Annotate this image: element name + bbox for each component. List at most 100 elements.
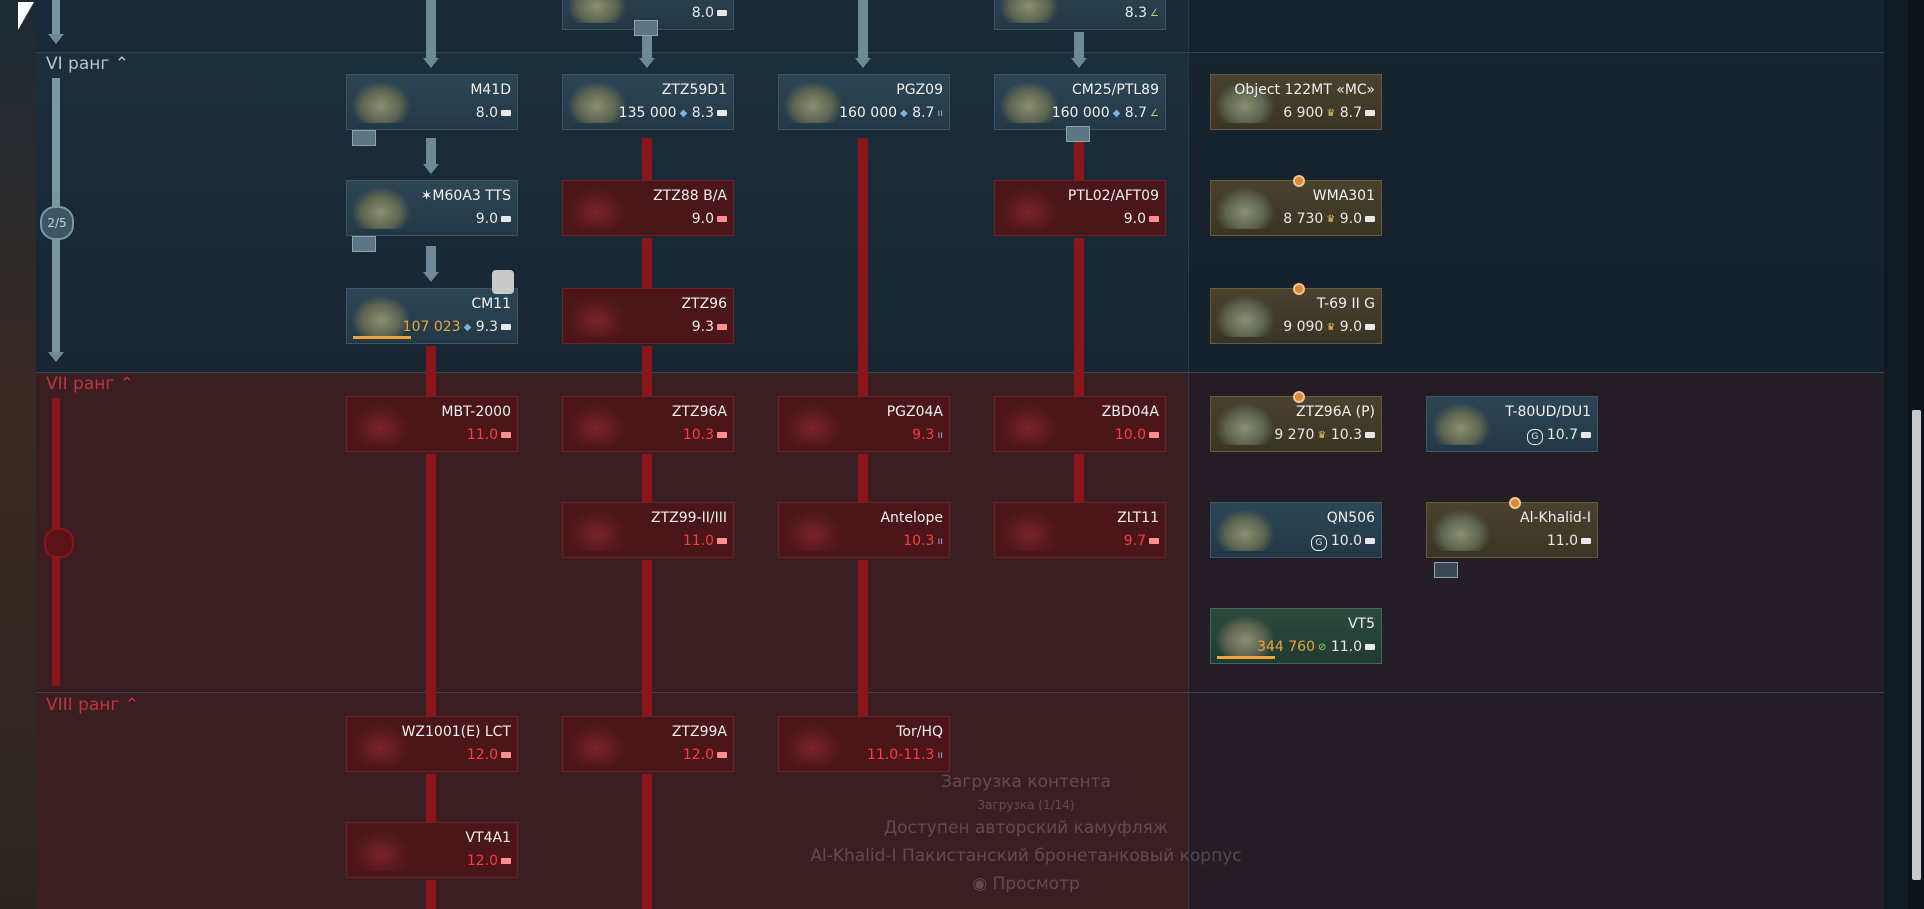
rank-progress-badge-locked — [44, 528, 74, 558]
gift-vehicle-icon: G — [1526, 429, 1543, 445]
rank-vi-label[interactable]: VI ранг ⌃ — [46, 54, 129, 74]
vehicle-card-mbt2000[interactable]: MBT-2000 11.0 — [346, 396, 518, 452]
vehicle-card-ptl02[interactable]: PTL02/AFT09 9.0 — [994, 180, 1166, 236]
battle-rating: 10.0 — [1330, 533, 1362, 549]
vehicle-name: PGZ04A — [886, 404, 943, 420]
battle-rating: 9.3 — [691, 319, 714, 335]
battle-rating: 11.0 — [466, 427, 498, 443]
vehicle-name: Object 122MT «MC» — [1234, 82, 1375, 98]
vehicle-stats: G 10.0 — [1310, 533, 1375, 551]
medium-tank-icon — [1365, 432, 1375, 438]
vehicle-card-torhq[interactable]: Tor/HQ 11.0-11.3 ıı — [778, 716, 950, 772]
research-progress-bar — [353, 336, 411, 339]
tree-connector — [426, 346, 436, 398]
battle-rating: 11.0 — [682, 533, 714, 549]
battle-rating: 8.0 — [691, 5, 714, 21]
vehicle-card-cm25[interactable]: CM25/PTL89 160 000 ◆ 8.7 ∠ — [994, 74, 1166, 130]
vehicle-card-ztz96[interactable]: ZTZ96 9.3 — [562, 288, 734, 344]
rank-divider — [36, 52, 1884, 53]
preview-button[interactable]: ◉ Просмотр — [746, 874, 1306, 894]
tank-image — [1431, 403, 1491, 445]
arrow-down-icon — [423, 164, 439, 174]
golden-eagle-icon: ♛ — [1317, 429, 1327, 441]
vehicle-card-vt4a1[interactable]: VT4A1 12.0 — [346, 822, 518, 878]
tank-image — [351, 403, 411, 445]
vehicle-card-m41d[interactable]: M41D 8.0 — [346, 74, 518, 130]
premium-card-wma301[interactable]: WMA301 8 730 ♛ 9.0 — [1210, 175, 1382, 236]
tree-connector — [642, 560, 652, 718]
chevron-up-icon: ⌃ — [114, 54, 129, 74]
background-left-strip — [0, 0, 36, 909]
vehicle-stats: 12.0 — [467, 747, 511, 763]
arrow-down-icon — [423, 58, 439, 68]
battle-rating: 11.0-11.3 — [867, 747, 935, 763]
vehicle-card-ztz96a[interactable]: ZTZ96A 10.3 — [562, 396, 734, 452]
medium-tank-icon — [501, 752, 511, 758]
battle-rating: 12.0 — [466, 747, 498, 763]
research-points-icon: ◆ — [900, 107, 908, 119]
rank-vii-label[interactable]: VII ранг ⌃ — [46, 374, 134, 394]
premium-card-vt5[interactable]: VT5 344 760 ⊘ 11.0 — [1210, 608, 1382, 664]
premium-card-t69[interactable]: T-69 II G 9 090 ♛ 9.0 — [1210, 283, 1382, 344]
vehicle-name: Tor/HQ — [896, 724, 943, 740]
vehicle-card-antelope[interactable]: Antelope 10.3 ıı — [778, 502, 950, 558]
medium-tank-icon — [1581, 432, 1591, 438]
lightbulb-icon[interactable] — [492, 270, 514, 294]
premium-card-alkhalid[interactable]: Al-Khalid-I 11.0 — [1426, 497, 1598, 558]
purchase-cost: 9 090 — [1283, 319, 1324, 335]
tank-image — [783, 81, 843, 123]
vehicle-name: ZTZ99A — [671, 724, 727, 740]
premium-card-qn506[interactable]: QN506 G 10.0 — [1210, 502, 1382, 558]
flag-icon: ✶ — [420, 188, 433, 204]
premium-card-t80ud[interactable]: T-80UD/DU1 G 10.7 — [1426, 396, 1598, 452]
folder-icon[interactable] — [1066, 126, 1090, 142]
vehicle-name: M41D — [470, 82, 511, 98]
vertical-scrollbar[interactable] — [1908, 0, 1924, 909]
vehicle-card-ztz99[interactable]: ZTZ99-II/III 11.0 — [562, 502, 734, 558]
vehicle-card-wz1001[interactable]: WZ1001(E) LCT 12.0 — [346, 716, 518, 772]
vehicle-card-ztz59d1[interactable]: ZTZ59D1 135 000 ◆ 8.3 — [562, 74, 734, 130]
medium-tank-icon — [501, 432, 511, 438]
scrollbar-thumb[interactable] — [1912, 410, 1921, 880]
folder-icon[interactable] — [634, 20, 658, 36]
tank-image — [567, 0, 627, 23]
rank-divider — [36, 692, 1884, 693]
vehicle-card-zlt11[interactable]: ZLT11 9.7 — [994, 502, 1166, 558]
golden-eagle-icon: ♛ — [1326, 321, 1336, 333]
vehicle-stats: 12.0 — [683, 747, 727, 763]
vehicle-name: T-80UD/DU1 — [1505, 404, 1591, 420]
battle-rating: 9.0 — [1339, 211, 1362, 227]
modification-icon[interactable] — [352, 236, 376, 252]
vehicle-stats: 160 000 ◆ 8.7 ∠ — [1052, 105, 1159, 121]
tank-image — [1215, 403, 1275, 445]
vehicle-stats: 9.0 — [476, 211, 511, 227]
rank-vii-text: VII ранг — [46, 374, 115, 394]
golden-eagle-icon: ♛ — [1326, 213, 1336, 225]
vehicle-card-ztz99a[interactable]: ZTZ99A 12.0 — [562, 716, 734, 772]
modification-icon[interactable] — [352, 130, 376, 146]
crew-icon[interactable] — [1434, 562, 1458, 578]
vehicle-stats: 9.3 — [692, 319, 727, 335]
tank-image — [567, 723, 627, 765]
vehicle-stats: 135 000 ◆ 8.3 — [619, 105, 727, 121]
vehicle-name: ZLT11 — [1117, 510, 1159, 526]
vehicle-card-m60a3[interactable]: ✶M60A3 TTS 9.0 — [346, 180, 518, 236]
vehicle-card-cm11[interactable]: CM11 107 023 ◆ 9.3 — [346, 288, 518, 344]
vehicle-stats: 9.0 — [692, 211, 727, 227]
rank-viii-label[interactable]: VIII ранг ⌃ — [46, 695, 139, 715]
vehicle-card-top[interactable]: 8.3 ∠ — [994, 0, 1166, 30]
vehicle-name: ZTZ99-II/III — [651, 510, 727, 526]
premium-card-obj122[interactable]: Object 122MT «MC» 6 900 ♛ 8.7 — [1210, 74, 1382, 130]
vehicle-stats: 8.0 — [476, 105, 511, 121]
vehicle-card-zbd04a[interactable]: ZBD04A 10.0 — [994, 396, 1166, 452]
medium-tank-icon — [717, 10, 727, 16]
vehicle-card-ztz88[interactable]: ZTZ88 B/A 9.0 — [562, 180, 734, 236]
rank-viii-text: VIII ранг — [46, 695, 120, 715]
tree-connector — [642, 454, 652, 506]
event-marker-icon — [1293, 391, 1305, 403]
vehicle-card-pgz04a[interactable]: PGZ04A 9.3 ıı — [778, 396, 950, 452]
tank-image — [351, 187, 411, 229]
vehicle-card-pgz09[interactable]: PGZ09 160 000 ◆ 8.7 ıı — [778, 74, 950, 130]
premium-card-ztz96ap[interactable]: ZTZ96A (P) 9 270 ♛ 10.3 — [1210, 391, 1382, 452]
purchase-cost: 8 730 — [1283, 211, 1324, 227]
